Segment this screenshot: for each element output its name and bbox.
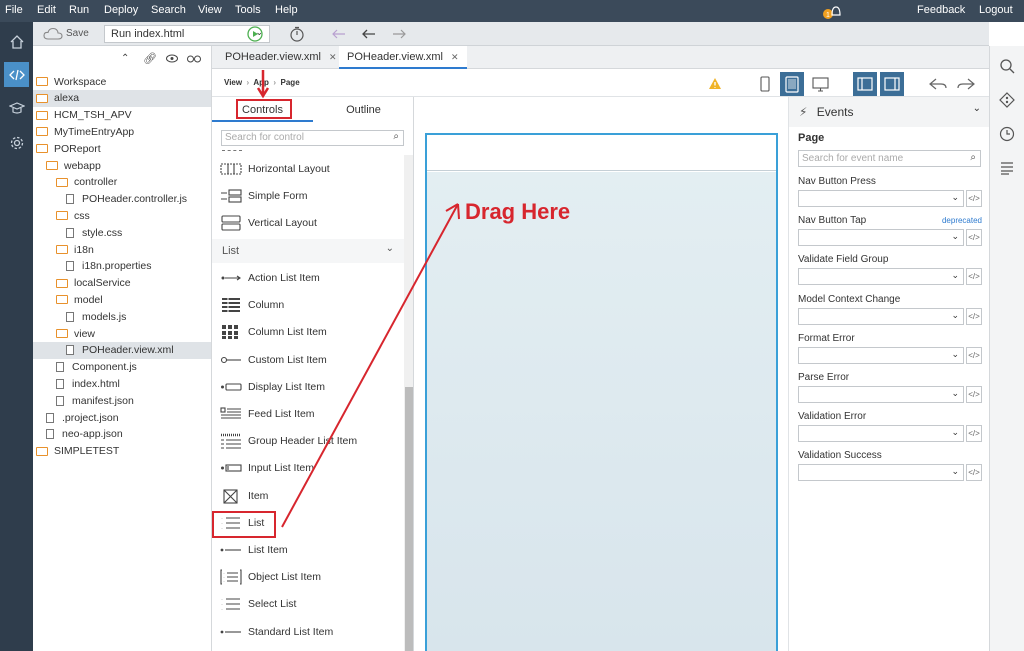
drag-here-label: Drag Here <box>465 199 571 224</box>
down-arrow-icon <box>256 70 270 99</box>
drag-arrow-overlay <box>256 70 460 528</box>
drag-path-arrow <box>281 203 459 528</box>
